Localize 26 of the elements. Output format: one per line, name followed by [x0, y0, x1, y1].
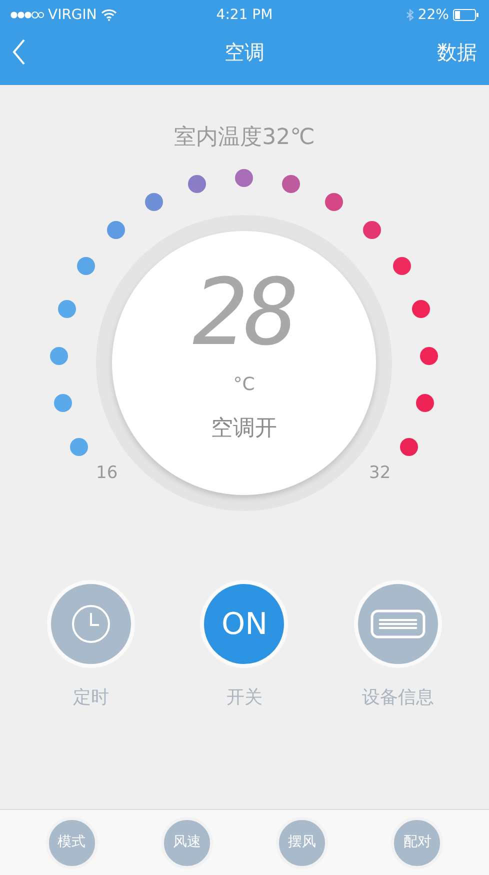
temperature-unit: °C: [233, 373, 255, 397]
back-icon: [12, 39, 26, 65]
ac-status: 空调开: [211, 415, 277, 443]
battery-percent: 22%: [418, 6, 449, 24]
power-button[interactable]: ON: [200, 580, 288, 668]
tab-button[interactable]: 配对: [391, 816, 444, 868]
data-button[interactable]: 数据: [417, 37, 477, 67]
tab-button[interactable]: 摆风: [276, 816, 328, 868]
bluetooth-icon: [406, 8, 414, 22]
indoor-temperature: 室内温度32℃: [173, 124, 316, 152]
min-temperature: 16: [96, 462, 118, 485]
page-title: 空调: [224, 39, 264, 66]
tab-button[interactable]: 模式: [46, 816, 98, 868]
control-label: 开关: [226, 686, 262, 710]
tab-button[interactable]: 风速: [160, 816, 213, 868]
wifi-icon: [100, 9, 117, 21]
set-temperature: 28: [192, 267, 296, 359]
air-conditioner-icon: [370, 609, 426, 639]
clock-icon: [70, 604, 111, 644]
control-label: 设备信息: [362, 686, 434, 710]
signal-icon: [10, 11, 44, 19]
control-label: 定时: [72, 686, 109, 710]
status-time: 4:21 PM: [216, 6, 273, 24]
carrier-name: VIRGIN: [48, 6, 97, 24]
max-temperature: 32: [369, 462, 391, 485]
battery-icon: [452, 9, 479, 21]
